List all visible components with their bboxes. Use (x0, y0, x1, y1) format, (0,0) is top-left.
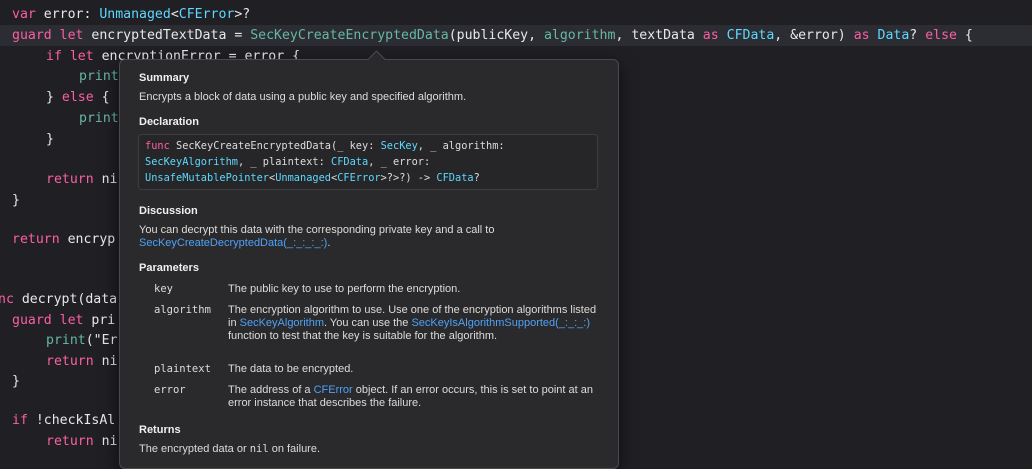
code-line-16: if !checkIsAl (12, 413, 116, 428)
summary-heading: Summary (139, 72, 190, 84)
returns-text: The encrypted data or nil on failure. (139, 443, 321, 455)
seckeyalgorithm-doc-link[interactable]: SecKeyAlgorithm (240, 317, 324, 329)
code-line-4: print (79, 69, 119, 84)
code-line-11: nc decrypt(data (0, 292, 118, 307)
code-line-12: guard let pri (12, 313, 116, 328)
cferror-link[interactable]: CFError (314, 384, 353, 396)
code-line-14: return ni (46, 354, 118, 369)
returns-heading: Returns (139, 424, 181, 436)
declaration-box: func SecKeyCreateEncryptedData(_ key: Se… (138, 134, 598, 190)
declaration-heading: Declaration (139, 116, 199, 128)
discussion-heading: Discussion (139, 205, 198, 217)
code-line-5: } else { (46, 90, 110, 105)
declaration-line-1: func SecKeyCreateEncryptedData(_ key: Se… (145, 140, 505, 152)
seckeyisalgorithmsupported-link[interactable]: SecKeyIsAlgorithmSupported(_:_:_:) (411, 317, 590, 329)
parameters-heading: Parameters (139, 262, 199, 274)
param-name-algorithm: algorithm (154, 304, 211, 316)
code-line-2-highlighted: guard let encryptedTextData = SecKeyCrea… (0, 25, 1032, 46)
param-name-error: error (154, 384, 186, 396)
seckeyalgorithm-link[interactable]: SecKeyAlgorithm (145, 156, 238, 168)
param-name-plaintext: plaintext (154, 363, 211, 375)
code-line-8: return ni (46, 172, 118, 187)
quick-help-popover[interactable]: Summary Encrypts a block of data using a… (119, 50, 619, 469)
code-line-17: return ni (46, 434, 118, 449)
summary-text: Encrypts a block of data using a public … (139, 91, 467, 103)
code-line-1: var error: Unmanaged<CFError>? (12, 7, 251, 22)
seckey-link[interactable]: SecKey (381, 140, 418, 152)
cfdata-link[interactable]: CFData (331, 156, 368, 168)
code-line-10: return encryp (12, 232, 116, 247)
param-desc-algorithm: The encryption algorithm to use. Use one… (228, 304, 597, 342)
param-name-key: key (154, 283, 173, 295)
code-line-13: print("Er (46, 333, 118, 348)
param-desc-plaintext: The data to be encrypted. (228, 363, 354, 375)
declaration-line-3: UnsafeMutablePointer<Unmanaged<CFError>?… (145, 172, 480, 184)
code-line-7: } (46, 132, 54, 147)
param-desc-error: The address of a CFError object. If an e… (228, 384, 593, 409)
declaration-line-2: SecKeyAlgorithm, _ plaintext: CFData, _ … (145, 156, 431, 168)
code-line-9: } (12, 193, 20, 208)
param-desc-key: The public key to use to perform the enc… (228, 283, 461, 295)
code-line-6: print (79, 111, 119, 126)
code-line-15: } (12, 374, 20, 389)
discussion-text: You can decrypt this data with the corre… (139, 224, 495, 249)
secKeyCreateDecryptedData-link[interactable]: SecKeyCreateDecryptedData(_:_:_:_:) (139, 237, 327, 249)
